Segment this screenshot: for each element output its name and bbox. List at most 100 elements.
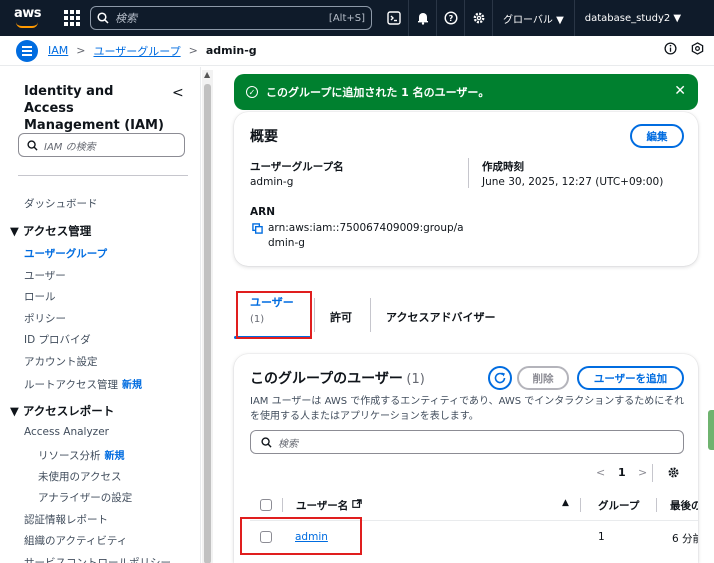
breadcrumb-iam[interactable]: IAM (48, 44, 68, 57)
group-name-label: ユーザーグループ名 (250, 161, 344, 173)
sidebar-item-roles[interactable]: ロール (24, 289, 56, 304)
next-page-icon[interactable]: > (638, 466, 647, 479)
sidebar-item-root-access[interactable]: ルートアクセス管理 新規 (24, 376, 142, 392)
users-search-input[interactable]: 検索 (250, 430, 684, 454)
scrollbar-thumb[interactable] (204, 84, 211, 563)
terminal-icon (387, 11, 401, 25)
summary-heading: 概要 (250, 129, 278, 145)
column-divider (468, 158, 469, 188)
sidebar-item-analyzer-settings[interactable]: アナライザーの設定 (38, 490, 132, 505)
sidebar-search-input[interactable]: IAM の検索 (18, 133, 185, 157)
column-header-groups[interactable]: グループ (598, 498, 639, 513)
success-flash: ✓ このグループに追加された 1 名のユーザー。 ✕ (234, 74, 698, 110)
sidebar-search-placeholder: IAM の検索 (44, 141, 96, 153)
search-icon (261, 436, 272, 448)
region-selector[interactable]: グローバル ▼ (492, 0, 574, 36)
tab-access-advisor[interactable]: アクセスアドバイザー (386, 309, 495, 325)
side-menu-toggle[interactable] (16, 39, 38, 62)
breadcrumb-user-groups[interactable]: ユーザーグループ (93, 43, 180, 59)
sidebar-title[interactable]: Identity and Access Management (IAM) (24, 83, 164, 134)
group-name-value: admin-g (250, 176, 294, 188)
help-button[interactable]: ? (436, 0, 464, 36)
prev-page-icon[interactable]: < (596, 466, 605, 479)
created-value: June 30, 2025, 12:27 (UTC+09:00) (482, 176, 664, 188)
gear-icon (473, 12, 484, 24)
info-icon[interactable] (664, 42, 677, 55)
cloudshell-button[interactable] (380, 0, 408, 36)
page-number[interactable]: 1 (618, 466, 626, 479)
column-header-last-activity[interactable]: 最後の (670, 498, 698, 513)
chevron-right-icon: > (76, 44, 86, 57)
search-shortcut: [Alt+S] (328, 12, 365, 24)
account-menu[interactable]: database_study2 ▼ (573, 0, 691, 36)
sidebar-item-org-activity[interactable]: 組織のアクティビティ (24, 533, 127, 548)
scroll-up-icon[interactable]: ▲ (204, 70, 210, 79)
refresh-icon (494, 372, 506, 384)
sidebar-item-users[interactable]: ユーザー (24, 268, 66, 283)
search-icon (27, 139, 38, 151)
column-header-username-label: ユーザー名 (296, 500, 349, 512)
gear-icon[interactable] (667, 466, 680, 479)
svg-text:?: ? (448, 14, 453, 23)
select-all-checkbox[interactable] (260, 499, 272, 511)
collapse-sidebar-icon[interactable]: < (172, 85, 184, 101)
dismiss-flash-button[interactable]: ✕ (674, 83, 686, 99)
sidebar-item-label: リソース分析 (38, 450, 101, 462)
delete-button[interactable]: 削除 (517, 366, 569, 390)
sidebar-scrollbar[interactable]: ▲ (202, 70, 213, 563)
aws-logo-text: aws (14, 6, 42, 21)
global-search-input[interactable]: 検索 [Alt+S] (90, 6, 372, 30)
bell-icon (417, 13, 428, 25)
column-divider (580, 498, 581, 512)
sidebar-item-dashboard[interactable]: ダッシュボード (24, 196, 98, 211)
sidebar-item-user-groups[interactable]: ユーザーグループ (24, 246, 107, 261)
column-header-username[interactable]: ユーザー名 (296, 498, 362, 513)
sidebar-item-account-settings[interactable]: アカウント設定 (24, 354, 98, 369)
row-groups-count: 1 (598, 531, 605, 543)
users-heading: このグループのユーザー (1) (250, 368, 425, 388)
sidebar-item-access-analyzer[interactable]: Access Analyzer (24, 426, 109, 438)
edit-button[interactable]: 編集 (630, 124, 684, 148)
users-search-placeholder: 検索 (278, 438, 298, 450)
sidebar-item-identity-providers[interactable]: ID プロバイダ (24, 332, 91, 347)
tab-separator (314, 298, 315, 332)
services-grid-icon[interactable] (64, 10, 80, 26)
help-icon: ? (443, 11, 458, 25)
users-count: (1) (406, 372, 425, 387)
column-divider (282, 498, 283, 512)
tab-separator (370, 298, 371, 332)
external-link-icon (352, 499, 362, 508)
highlight-box-users-tab (236, 291, 312, 339)
notifications-button[interactable] (408, 0, 436, 36)
add-users-button[interactable]: ユーザーを追加 (577, 366, 684, 390)
aws-logo[interactable]: aws (8, 0, 54, 36)
summary-panel: 概要 編集 ユーザーグループ名 admin-g 作成時刻 June 30, 20… (234, 112, 698, 266)
refresh-button[interactable] (488, 366, 512, 390)
pager-divider (652, 464, 653, 482)
sidebar-item-scp[interactable]: サービスコントロールポリシー (24, 555, 171, 563)
sidebar-item-label: ルートアクセス管理 (24, 379, 118, 391)
side-feedback-tab[interactable] (708, 410, 714, 450)
new-badge: 新規 (104, 451, 125, 462)
flash-message: このグループに追加された 1 名のユーザー。 (266, 86, 490, 99)
chevron-right-icon: > (188, 44, 198, 57)
tab-permissions[interactable]: 許可 (330, 309, 352, 325)
sidebar-item-unused-access[interactable]: 未使用のアクセス (38, 469, 121, 484)
new-badge: 新規 (121, 380, 142, 391)
users-heading-text: このグループのユーザー (250, 371, 403, 387)
settings-button[interactable] (464, 0, 492, 36)
arn-value-line2: dmin-g (268, 237, 305, 249)
side-navigation: Identity and Access Management (IAM) < I… (0, 67, 201, 563)
sidebar-item-credential-report[interactable]: 認証情報レポート (24, 512, 108, 527)
breadcrumb-tools (664, 42, 704, 55)
check-circle-icon: ✓ (246, 86, 258, 98)
breadcrumb-bar: IAM > ユーザーグループ > admin-g (0, 36, 714, 66)
sidebar-item-policies[interactable]: ポリシー (24, 311, 66, 326)
feedback-icon[interactable] (691, 42, 704, 55)
sidebar-item-resource-analysis[interactable]: リソース分析 新規 (38, 447, 124, 463)
sort-ascending-icon[interactable]: ▲ (562, 498, 569, 508)
top-navigation: aws 検索 [Alt+S] ? グローバル ▼ database_study2… (0, 0, 714, 36)
copy-icon[interactable] (252, 223, 263, 234)
sidebar-section-access-reports[interactable]: ▼ アクセスレポート (10, 403, 114, 419)
sidebar-section-access-management[interactable]: ▼ アクセス管理 (10, 223, 91, 239)
